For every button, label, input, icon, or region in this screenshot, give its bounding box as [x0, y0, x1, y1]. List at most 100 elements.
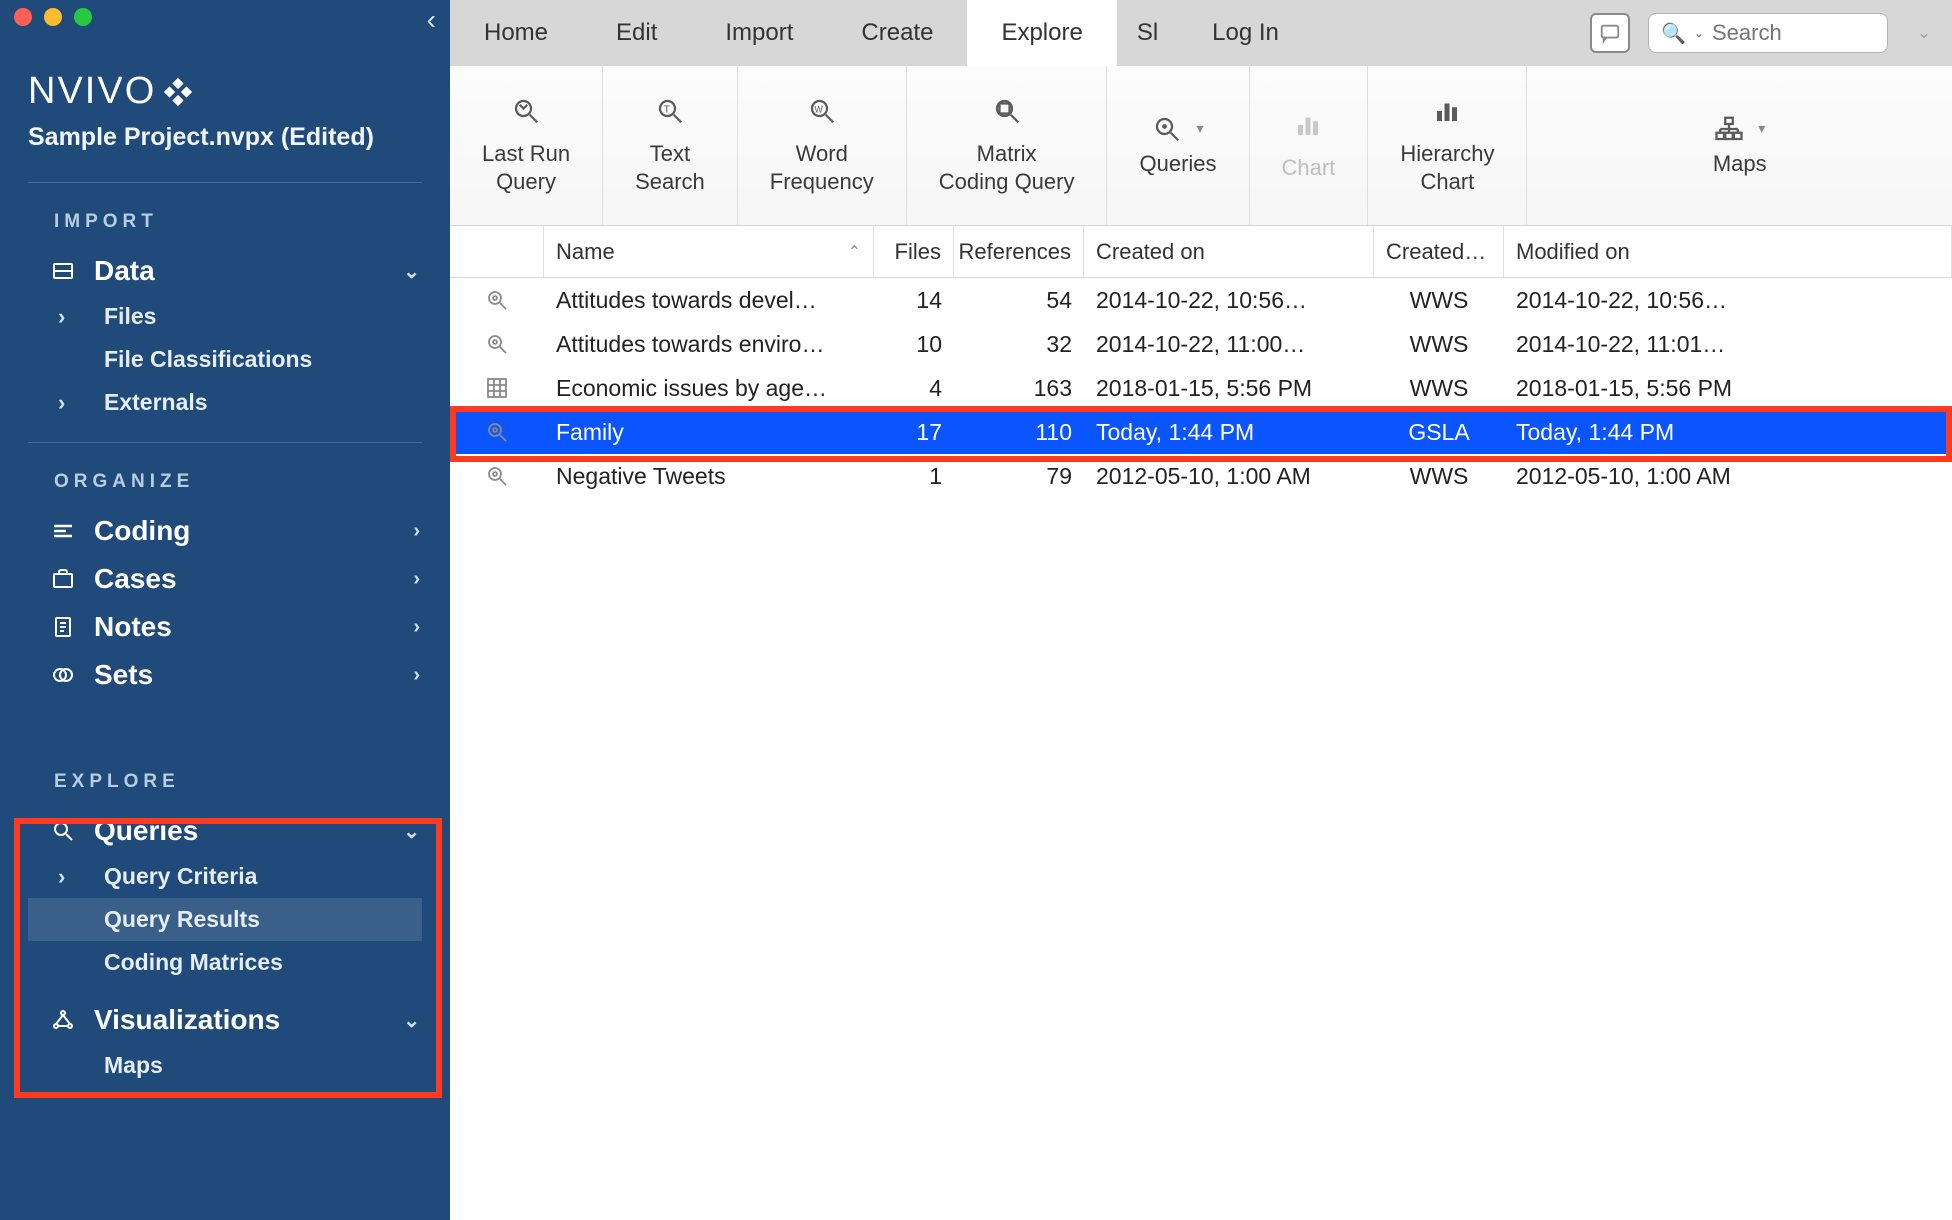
tab-create[interactable]: Create — [827, 0, 967, 66]
matrix-coding-icon — [992, 96, 1022, 134]
sidebar-item-label: Maps — [104, 1052, 163, 1079]
cell-name: Attitudes towards enviro… — [544, 322, 874, 366]
ribbon-label: Chart — [1282, 154, 1336, 182]
sets-icon — [50, 662, 76, 688]
sidebar-item-externals[interactable]: Externals — [0, 381, 450, 424]
ribbon-text-search[interactable]: T Text Search — [603, 66, 738, 225]
minimize-window-icon[interactable] — [44, 8, 62, 26]
cell-created-by: WWS — [1374, 322, 1504, 366]
sidebar-item-label: Queries — [94, 815, 198, 847]
cell-created-on: Today, 1:44 PM — [1084, 410, 1374, 454]
cell-references: 79 — [954, 454, 1084, 498]
cell-modified-on: Today, 1:44 PM — [1504, 410, 1952, 454]
sidebar-item-coding[interactable]: Coding › — [0, 507, 450, 555]
tab-import[interactable]: Import — [691, 0, 827, 66]
close-window-icon[interactable] — [14, 8, 32, 26]
search-side-dropdown[interactable]: ⌄ — [1906, 13, 1942, 53]
col-label: Created… — [1386, 239, 1486, 265]
app-logo: NVIVO — [28, 70, 422, 113]
col-created-on[interactable]: Created on — [1084, 226, 1374, 277]
sidebar-item-maps[interactable]: Maps — [0, 1044, 450, 1087]
sidebar-item-query-criteria[interactable]: Query Criteria — [0, 855, 450, 898]
table-row[interactable]: Negative Tweets1792012-05-10, 1:00 AMWWS… — [450, 454, 1952, 498]
window-controls — [0, 0, 450, 34]
cell-created-on: 2012-05-10, 1:00 AM — [1084, 454, 1374, 498]
chevron-right-icon: › — [413, 616, 420, 639]
chevron-right-icon: › — [413, 664, 420, 687]
sidebar-item-cases[interactable]: Cases › — [0, 555, 450, 603]
col-label: Created on — [1096, 239, 1205, 265]
tab-home[interactable]: Home — [450, 0, 582, 66]
table-row[interactable]: Attitudes towards enviro…10322014-10-22,… — [450, 322, 1952, 366]
tab-sl[interactable]: Sl — [1117, 0, 1178, 66]
cell-modified-on: 2014-10-22, 11:01… — [1504, 322, 1952, 366]
sidebar-item-label: Data — [94, 255, 155, 287]
sidebar-item-label: Notes — [94, 611, 172, 643]
global-search[interactable]: 🔍 ⌄ — [1648, 13, 1888, 53]
cell-created-by: WWS — [1374, 366, 1504, 410]
cell-files: 17 — [874, 410, 954, 454]
maps-icon: ▾ — [1714, 114, 1765, 144]
ribbon-hierarchy-chart[interactable]: Hierarchy Chart — [1368, 66, 1527, 225]
col-label: Name — [556, 239, 615, 265]
col-modified-on[interactable]: Modified on — [1504, 226, 1952, 277]
col-references[interactable]: References — [954, 226, 1084, 277]
ribbon-word-frequency[interactable]: W Word Frequency — [738, 66, 907, 225]
cell-modified-on: 2012-05-10, 1:00 AM — [1504, 454, 1952, 498]
section-label-import: IMPORT — [0, 183, 450, 247]
ribbon-maps[interactable]: ▾ Maps — [1527, 66, 1952, 225]
chevron-down-icon: ⌄ — [403, 259, 420, 284]
chevron-right-icon: › — [413, 520, 420, 543]
col-created-by[interactable]: Created… — [1374, 226, 1504, 277]
caret-down-icon: ▾ — [1758, 120, 1765, 137]
sidebar-item-label: Sets — [94, 659, 153, 691]
cases-icon — [50, 566, 76, 592]
ribbon-last-run-query[interactable]: Last Run Query — [450, 66, 603, 225]
caret-down-icon: ▾ — [1196, 120, 1203, 137]
sidebar-item-visualizations[interactable]: Visualizations ⌄ — [0, 996, 450, 1044]
project-title: Sample Project.nvpx (Edited) — [28, 123, 422, 152]
chevron-right-icon: › — [413, 568, 420, 591]
cell-references: 110 — [954, 410, 1084, 454]
ribbon-toolbar: Last Run Query T Text Search W Word Freq… — [450, 66, 1952, 226]
cell-name: Attitudes towards devel… — [544, 278, 874, 322]
sidebar-item-sets[interactable]: Sets › — [0, 651, 450, 699]
tab-edit[interactable]: Edit — [582, 0, 691, 66]
col-icon[interactable] — [450, 226, 544, 277]
col-files[interactable]: Files — [874, 226, 954, 277]
ribbon-matrix-coding-query[interactable]: Matrix Coding Query — [907, 66, 1108, 225]
cell-created-by: WWS — [1374, 278, 1504, 322]
cell-modified-on: 2018-01-15, 5:56 PM — [1504, 366, 1952, 410]
row-type-icon — [450, 366, 544, 410]
table-row[interactable]: Attitudes towards devel…14542014-10-22, … — [450, 278, 1952, 322]
cell-references: 32 — [954, 322, 1084, 366]
sidebar-item-file-classifications[interactable]: File Classifications — [0, 338, 450, 381]
text-search-icon: T — [655, 96, 685, 134]
sidebar-item-data[interactable]: Data ⌄ — [0, 247, 450, 295]
cell-created-on: 2018-01-15, 5:56 PM — [1084, 366, 1374, 410]
cell-files: 1 — [874, 454, 954, 498]
tab-explore[interactable]: Explore — [967, 0, 1116, 66]
table-row[interactable]: Family17110Today, 1:44 PMGSLAToday, 1:44… — [450, 410, 1952, 454]
brand-block: NVIVO Sample Project.nvpx (Edited) — [0, 34, 450, 164]
sidebar-item-coding-matrices[interactable]: Coding Matrices — [0, 941, 450, 984]
tab-login[interactable]: Log In — [1178, 0, 1313, 66]
ribbon-queries-dropdown[interactable]: ▾ Queries — [1107, 66, 1249, 225]
table-row[interactable]: Economic issues by age…41632018-01-15, 5… — [450, 366, 1952, 410]
sidebar-item-queries[interactable]: Queries ⌄ — [0, 807, 450, 855]
sidebar-item-notes[interactable]: Notes › — [0, 603, 450, 651]
sidebar-item-files[interactable]: Files — [0, 295, 450, 338]
sort-asc-icon: ⌃ — [848, 242, 861, 262]
sidebar-item-query-results[interactable]: Query Results — [28, 898, 422, 941]
cell-name: Economic issues by age… — [544, 366, 874, 410]
collapse-sidebar-icon[interactable]: ‹ — [427, 6, 436, 34]
ribbon-label: Last Run Query — [482, 140, 570, 195]
sidebar-item-label: Files — [104, 303, 156, 330]
messages-icon[interactable] — [1590, 13, 1630, 53]
search-dropdown-caret-icon[interactable]: ⌄ — [1694, 26, 1704, 40]
fullscreen-window-icon[interactable] — [74, 8, 92, 26]
cell-created-by: GSLA — [1374, 410, 1504, 454]
ribbon-label: Text Search — [635, 140, 705, 195]
cell-created-on: 2014-10-22, 11:00… — [1084, 322, 1374, 366]
col-name[interactable]: Name ⌃ — [544, 226, 874, 277]
